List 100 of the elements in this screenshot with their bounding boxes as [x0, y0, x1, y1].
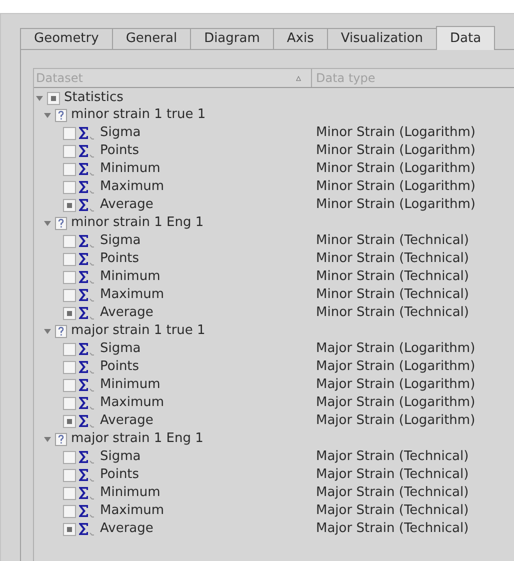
question-icon [55, 324, 67, 338]
sigma-icon [78, 126, 95, 140]
sigma-icon [78, 270, 95, 284]
sigma-icon [78, 342, 95, 356]
sigma-icon [78, 288, 95, 302]
sort-icon: ▵ [296, 70, 301, 86]
checkbox[interactable] [63, 450, 76, 464]
data-type-cell-text: Minor Strain (Logarithm) [315, 196, 476, 214]
checkbox[interactable] [63, 144, 76, 158]
tree-label: Points [100, 466, 140, 484]
data-type-cell-text: Major Strain (Logarithm) [315, 340, 476, 358]
data-type-cell-text: Minor Strain (Logarithm) [315, 178, 476, 196]
data-type-cell-text: Minor Strain (Technical) [315, 304, 469, 322]
tree-label: minor strain 1 Eng 1 [71, 214, 204, 232]
checkbox[interactable] [63, 252, 76, 266]
tree-label: Average [100, 304, 154, 322]
tab[interactable]: Data [436, 26, 496, 50]
question-icon [55, 432, 67, 446]
sigma-icon [78, 252, 95, 266]
sigma-icon [78, 198, 95, 212]
sigma-icon [78, 306, 95, 320]
sigma-icon [78, 396, 95, 410]
data-type-cell-text: Minor Strain (Technical) [315, 232, 469, 250]
checkbox[interactable] [63, 396, 76, 410]
sigma-icon [78, 234, 95, 248]
sigma-icon [78, 414, 95, 428]
data-type-cell-text: Minor Strain (Technical) [315, 250, 469, 268]
column-label: Data type [316, 70, 376, 87]
sigma-icon [78, 144, 95, 158]
checkbox[interactable] [63, 360, 76, 374]
tree-label: minor strain 1 true 1 [71, 106, 206, 124]
sigma-icon [78, 522, 95, 536]
tree-label: Minimum [100, 160, 160, 178]
checkbox[interactable] [63, 414, 76, 428]
checkbox[interactable] [47, 92, 60, 104]
tree-label: Points [100, 358, 140, 376]
data-type-cell-text: Major Strain (Logarithm) [315, 394, 476, 412]
column-header[interactable]: Dataset ▵ [34, 69, 312, 87]
tree-label: Points [100, 250, 140, 268]
tree-label: Maximum [100, 286, 164, 304]
sigma-icon [78, 360, 95, 374]
question-icon [55, 216, 67, 230]
checkbox[interactable] [63, 180, 76, 194]
tab[interactable]: Geometry [20, 28, 113, 50]
checkbox[interactable] [63, 342, 76, 356]
checkbox[interactable] [63, 162, 76, 176]
sigma-icon [78, 450, 95, 464]
tree-label: Sigma [100, 448, 141, 466]
sigma-icon [78, 486, 95, 500]
tree-label: Average [100, 412, 154, 430]
tree-label: Maximum [100, 502, 164, 520]
data-type-cell-text: Minor Strain (Logarithm) [315, 124, 476, 142]
checkbox[interactable] [63, 306, 76, 320]
checkbox[interactable] [63, 468, 76, 482]
checkbox[interactable] [63, 288, 76, 302]
data-type-cell-text: Major Strain (Technical) [315, 448, 469, 466]
tree-label: Maximum [100, 394, 164, 412]
tree-label: Minimum [100, 268, 160, 286]
sigma-icon [78, 504, 95, 518]
expanded-arrow-icon[interactable] [44, 436, 51, 442]
tree-label: Sigma [100, 232, 141, 250]
sigma-icon [78, 180, 95, 194]
tree-label: Minimum [100, 484, 160, 502]
data-type-cell-text: Major Strain (Technical) [315, 484, 469, 502]
tree-label: Sigma [100, 340, 141, 358]
checkbox[interactable] [63, 234, 76, 248]
checkbox[interactable] [63, 198, 76, 212]
tree-label: Statistics [64, 89, 124, 108]
checkbox[interactable] [63, 126, 76, 140]
tree-label: Minimum [100, 376, 160, 394]
tree-label: Sigma [100, 124, 141, 142]
tree-label: Average [100, 520, 154, 538]
tree-label: major strain 1 Eng 1 [71, 430, 204, 448]
data-type-cell-text: Major Strain (Logarithm) [315, 358, 476, 376]
sigma-icon [78, 378, 95, 392]
tree-label: Points [100, 142, 140, 160]
data-type-cell-text: Minor Strain (Technical) [315, 286, 469, 304]
tree-label: major strain 1 true 1 [71, 322, 206, 340]
data-type-cell-text: Major Strain (Logarithm) [315, 376, 476, 394]
checkbox[interactable] [63, 522, 76, 536]
expanded-arrow-icon[interactable] [44, 220, 51, 226]
checkbox[interactable] [63, 504, 76, 518]
tree-label: Maximum [100, 178, 164, 196]
data-type-cell-text: Minor Strain (Logarithm) [315, 160, 476, 178]
checkbox[interactable] [63, 486, 76, 500]
tree-label: Average [100, 196, 154, 214]
data-type-cell-text: Major Strain (Technical) [315, 466, 469, 484]
expanded-arrow-icon[interactable] [44, 328, 51, 334]
column-label: Dataset [36, 70, 83, 87]
checkbox[interactable] [63, 270, 76, 284]
data-type-cell-text: Major Strain (Technical) [315, 502, 469, 520]
checkbox[interactable] [63, 378, 76, 392]
data-type-cell-text: Minor Strain (Technical) [315, 268, 469, 286]
data-type-cell-text: Major Strain (Technical) [315, 520, 469, 538]
data-type-cell-text: Major Strain (Logarithm) [315, 412, 476, 430]
expanded-arrow-icon[interactable] [44, 112, 51, 118]
expanded-arrow-icon[interactable] [36, 94, 43, 102]
question-icon [55, 108, 67, 122]
sigma-icon [78, 162, 95, 176]
data-type-cell-text: Minor Strain (Logarithm) [315, 142, 476, 160]
